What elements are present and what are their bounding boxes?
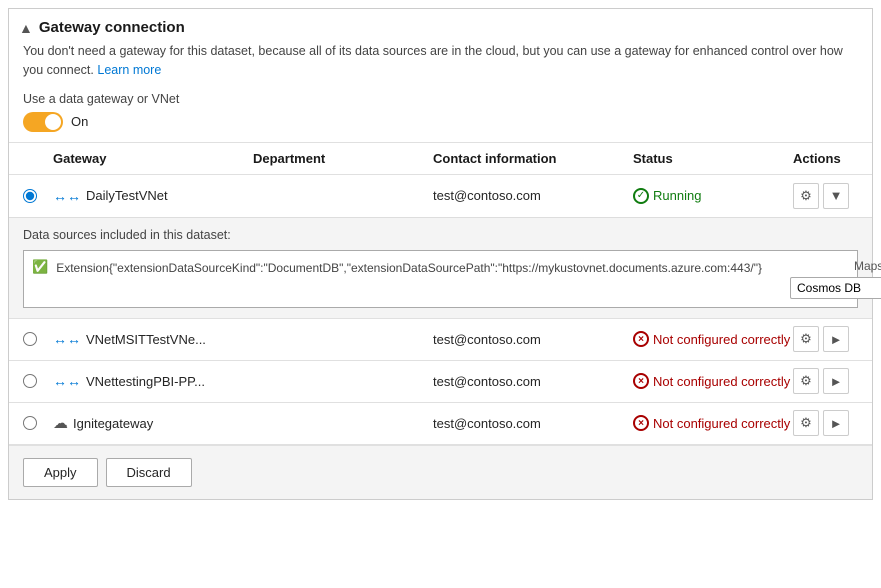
header-status: Status bbox=[633, 151, 793, 166]
maps-to-select[interactable]: Cosmos DB SQL Server Azure SQL bbox=[790, 277, 881, 299]
row3-contact: test@contoso.com bbox=[433, 374, 633, 389]
row2-contact: test@contoso.com bbox=[433, 332, 633, 347]
row-daily-top: ↔↔ DailyTestVNet test@contoso.com ✓ Runn… bbox=[9, 175, 872, 217]
vnet-icon: ↔↔ bbox=[53, 188, 81, 204]
running-check-icon: ✓ bbox=[633, 188, 649, 204]
row2-gateway-name: VNetMSITTestVNe... bbox=[86, 332, 206, 347]
header-contact: Contact information bbox=[433, 151, 633, 166]
row1-actions: ⚙ ▼ bbox=[793, 183, 873, 209]
row4-gateway-name: Ignitegateway bbox=[73, 416, 153, 431]
row4-radio[interactable] bbox=[23, 416, 37, 430]
cloud-gateway-icon: ☁ bbox=[53, 414, 68, 432]
discard-button[interactable]: Discard bbox=[106, 458, 192, 487]
row3-settings-button[interactable]: ⚙ bbox=[793, 368, 819, 394]
row2-status-text: Not configured correctly bbox=[653, 332, 790, 347]
vnet-icon: ↔↔ bbox=[53, 331, 81, 347]
table-row: ☁ Ignitegateway test@contoso.com × Not c… bbox=[9, 403, 872, 445]
row4-contact: test@contoso.com bbox=[433, 416, 633, 431]
row1-radio-cell bbox=[23, 189, 53, 203]
toggle-row: On bbox=[23, 112, 858, 132]
header-actions: Actions bbox=[793, 151, 873, 166]
row1-contact: test@contoso.com bbox=[433, 188, 633, 203]
error-icon: × bbox=[633, 331, 649, 347]
row3-radio-cell bbox=[23, 374, 53, 388]
table-row: ↔↔ DailyTestVNet test@contoso.com ✓ Runn… bbox=[9, 175, 872, 319]
row1-gateway: ↔↔ DailyTestVNet bbox=[53, 188, 253, 204]
toggle-section: Use a data gateway or VNet On bbox=[9, 86, 872, 142]
header-radio bbox=[23, 151, 53, 166]
collapse-icon[interactable]: ▲ bbox=[19, 20, 33, 36]
row1-gateway-name: DailyTestVNet bbox=[86, 188, 168, 203]
toggle-label-text: Use a data gateway or VNet bbox=[23, 92, 858, 106]
row4-status-text: Not configured correctly bbox=[653, 416, 790, 431]
panel-footer: Apply Discard bbox=[9, 445, 872, 499]
header-gateway: Gateway bbox=[53, 151, 253, 166]
row3-gateway-name: VNettestingPBI-PP... bbox=[86, 374, 205, 389]
table-row: ↔↔ VNettestingPBI-PP... test@contoso.com… bbox=[9, 361, 872, 403]
row2-gateway: ↔↔ VNetMSITTestVNe... bbox=[53, 331, 253, 347]
row3-gateway: ↔↔ VNettestingPBI-PP... bbox=[53, 373, 253, 389]
gateway-toggle[interactable] bbox=[23, 112, 63, 132]
row4-status: × Not configured correctly bbox=[633, 415, 793, 431]
error-icon: × bbox=[633, 415, 649, 431]
row2-actions: ⚙ ► bbox=[793, 326, 873, 352]
table-header: Gateway Department Contact information S… bbox=[9, 143, 872, 175]
maps-to-label: Maps to: bbox=[854, 259, 881, 273]
row4-expand-button[interactable]: ► bbox=[823, 410, 849, 436]
learn-more-link[interactable]: Learn more bbox=[97, 63, 161, 77]
row4-settings-button[interactable]: ⚙ bbox=[793, 410, 819, 436]
gateway-table: Gateway Department Contact information S… bbox=[9, 142, 872, 445]
row3-radio[interactable] bbox=[23, 374, 37, 388]
datasource-box: ✅ Extension{"extensionDataSourceKind":"D… bbox=[23, 250, 858, 308]
datasource-check-icon: ✅ bbox=[32, 259, 48, 275]
row3-expand-button[interactable]: ► bbox=[823, 368, 849, 394]
panel-title: Gateway connection bbox=[39, 19, 185, 36]
panel-header: ▲ Gateway connection bbox=[9, 9, 872, 42]
row4-radio-cell bbox=[23, 416, 53, 430]
apply-button[interactable]: Apply bbox=[23, 458, 98, 487]
header-department: Department bbox=[253, 151, 433, 166]
row1-expanded: Data sources included in this dataset: ✅… bbox=[9, 217, 872, 318]
row2-radio[interactable] bbox=[23, 332, 37, 346]
maps-to-section: Maps to: Cosmos DB SQL Server Azure SQL bbox=[770, 259, 881, 299]
row3-status: × Not configured correctly bbox=[633, 373, 793, 389]
datasource-label: Data sources included in this dataset: bbox=[23, 228, 858, 242]
row4-actions: ⚙ ► bbox=[793, 410, 873, 436]
row1-status: ✓ Running bbox=[633, 188, 793, 204]
error-icon: × bbox=[633, 373, 649, 389]
toggle-state-text: On bbox=[71, 114, 88, 129]
row1-radio[interactable] bbox=[23, 189, 37, 203]
row1-settings-button[interactable]: ⚙ bbox=[793, 183, 819, 209]
row2-expand-button[interactable]: ► bbox=[823, 326, 849, 352]
row2-radio-cell bbox=[23, 332, 53, 346]
row1-expand-button[interactable]: ▼ bbox=[823, 183, 849, 209]
row2-status: × Not configured correctly bbox=[633, 331, 793, 347]
row4-gateway: ☁ Ignitegateway bbox=[53, 414, 253, 432]
row1-status-text: Running bbox=[653, 188, 701, 203]
vnet-icon: ↔↔ bbox=[53, 373, 81, 389]
panel-description: You don't need a gateway for this datase… bbox=[9, 42, 872, 80]
row2-settings-button[interactable]: ⚙ bbox=[793, 326, 819, 352]
row3-status-text: Not configured correctly bbox=[653, 374, 790, 389]
row3-actions: ⚙ ► bbox=[793, 368, 873, 394]
gateway-connection-panel: ▲ Gateway connection You don't need a ga… bbox=[8, 8, 873, 500]
table-row: ↔↔ VNetMSITTestVNe... test@contoso.com ×… bbox=[9, 319, 872, 361]
datasource-text: Extension{"extensionDataSourceKind":"Doc… bbox=[56, 259, 762, 277]
